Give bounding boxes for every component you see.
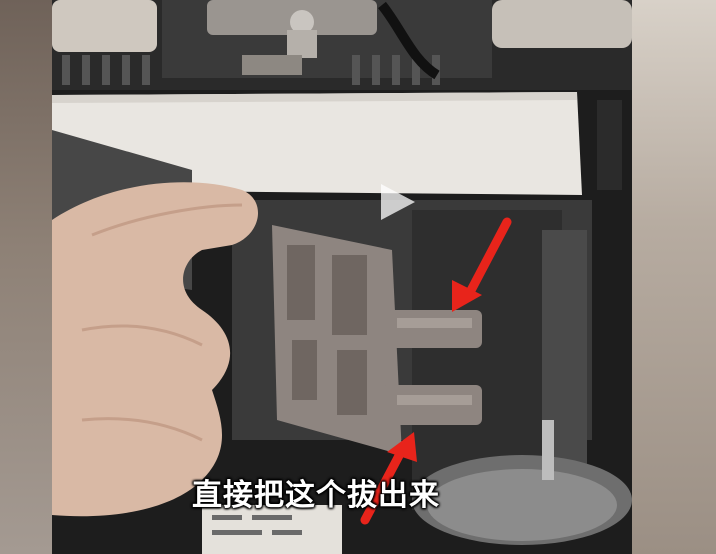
blurred-right-border [632, 0, 716, 554]
play-icon [381, 184, 415, 220]
blurred-left-border [0, 0, 52, 554]
play-button[interactable] [375, 180, 419, 224]
video-frame-image [52, 0, 632, 554]
video-player[interactable]: 直接把这个拔出来 [52, 0, 632, 554]
video-subtitle: 直接把这个拔出来 [192, 478, 440, 513]
